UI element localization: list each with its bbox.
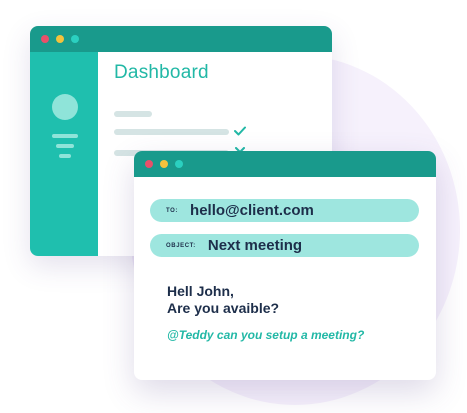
dashboard-titlebar (30, 26, 332, 52)
check-icon (234, 126, 246, 136)
placeholder-line (114, 111, 152, 117)
task-line (114, 129, 229, 135)
minimize-dot-icon[interactable] (56, 35, 64, 43)
email-titlebar (134, 151, 436, 177)
email-window: TO: hello@client.com OBJECT: Next meetin… (134, 151, 436, 380)
message-line: Are you avaible? (167, 300, 280, 316)
to-label: TO: (166, 207, 179, 214)
maximize-dot-icon[interactable] (175, 160, 183, 168)
to-value: hello@client.com (190, 202, 314, 219)
mention-text: @Teddy can you setup a meeting? (167, 328, 365, 342)
object-label: OBJECT: (166, 242, 196, 249)
to-field[interactable]: TO: hello@client.com (150, 199, 419, 222)
page-title: Dashboard (114, 62, 209, 83)
close-dot-icon[interactable] (41, 35, 49, 43)
minimize-dot-icon[interactable] (160, 160, 168, 168)
object-value: Next meeting (207, 237, 303, 254)
avatar[interactable] (52, 94, 78, 120)
close-dot-icon[interactable] (145, 160, 153, 168)
sidebar-item[interactable] (56, 144, 74, 148)
maximize-dot-icon[interactable] (71, 35, 79, 43)
sidebar-item[interactable] (52, 134, 78, 138)
message-line: Hell John, (167, 283, 234, 299)
object-field[interactable]: OBJECT: Next meeting (150, 234, 419, 257)
sidebar-item[interactable] (59, 154, 71, 158)
dashboard-sidebar (30, 52, 98, 256)
